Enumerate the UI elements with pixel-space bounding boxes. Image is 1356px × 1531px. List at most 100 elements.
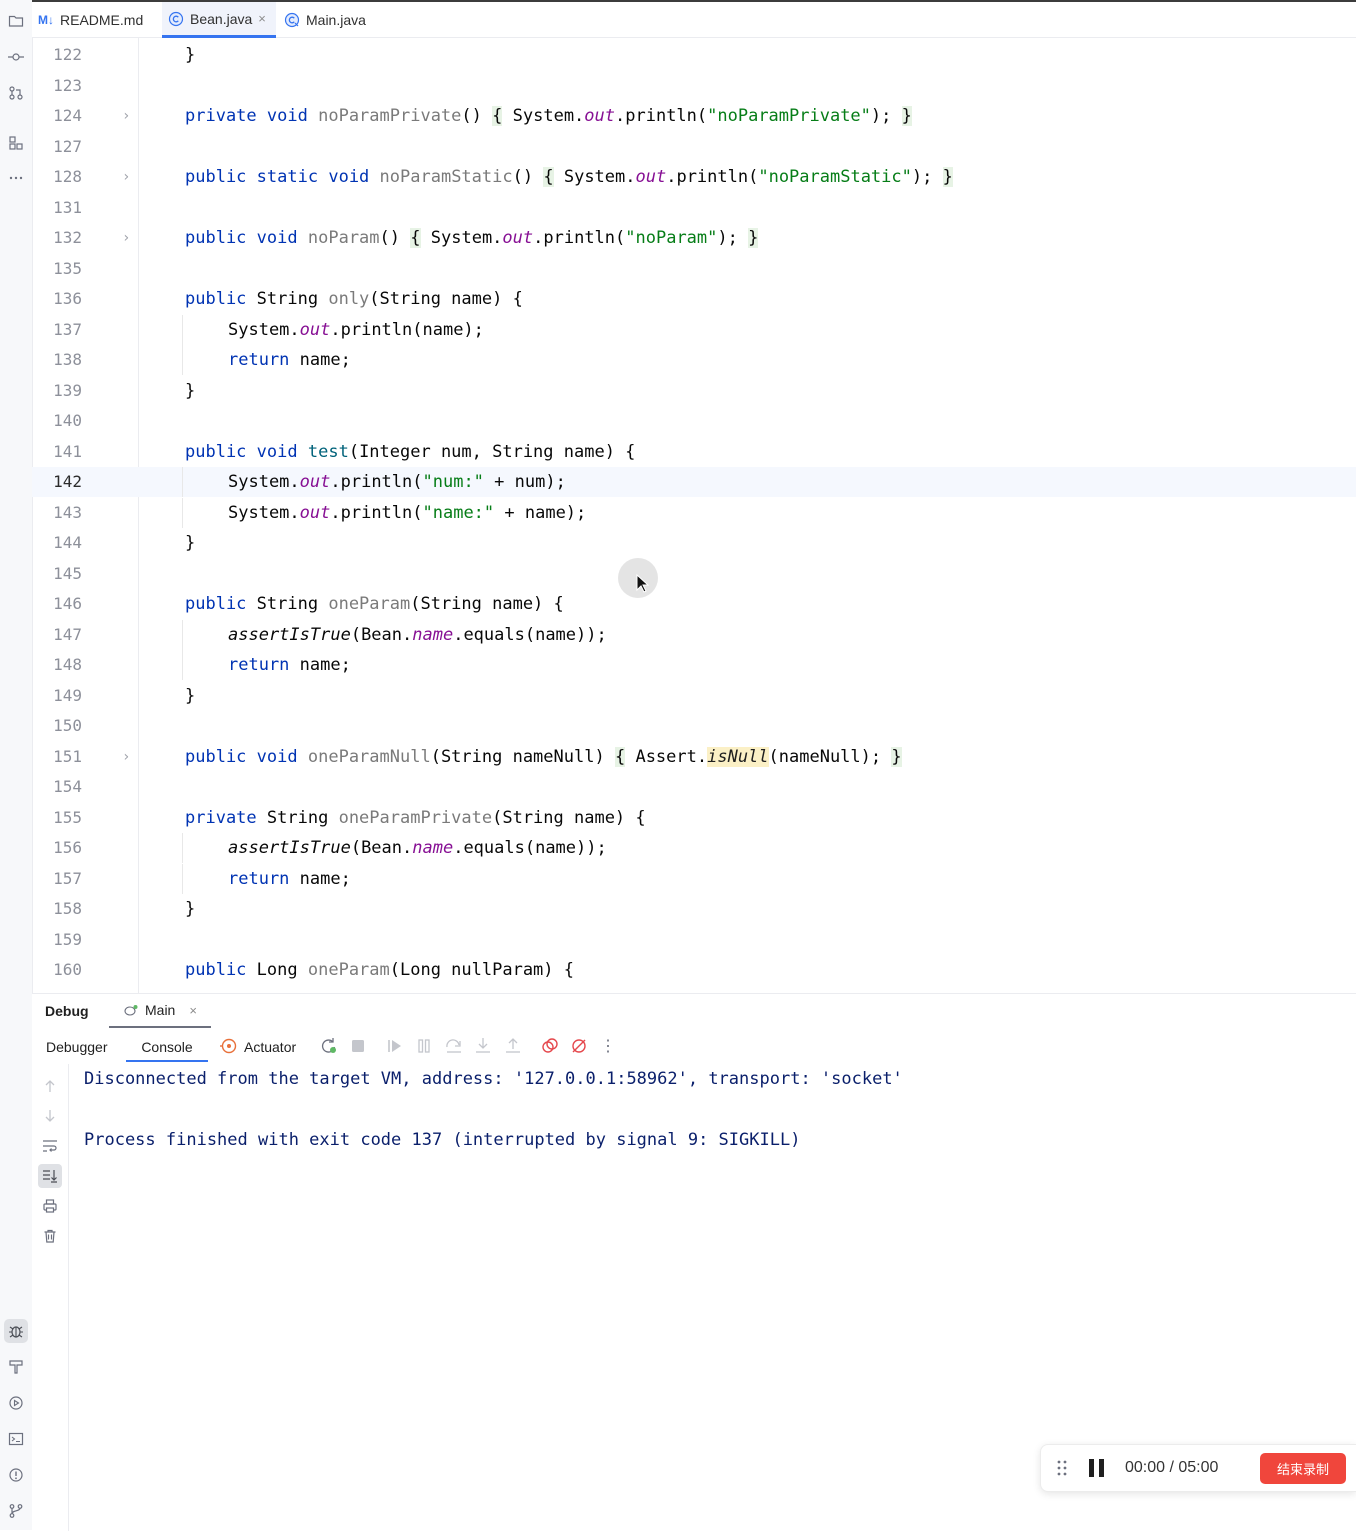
code-line[interactable]: 128 › public static void noParamStatic()… xyxy=(32,162,1356,192)
close-icon[interactable]: × xyxy=(258,11,266,26)
indent-guide xyxy=(182,864,183,894)
markdown-icon: M↓ xyxy=(38,13,54,27)
indent-guide xyxy=(182,315,183,345)
line-number: 136 xyxy=(53,289,82,308)
tab-main-java[interactable]: Main.java xyxy=(278,2,390,38)
code-line[interactable]: 148 return name; xyxy=(32,650,1356,680)
build-icon[interactable] xyxy=(4,1355,28,1379)
code-line[interactable]: 139 } xyxy=(32,376,1356,406)
step-out-icon[interactable] xyxy=(503,1036,523,1056)
tab-console[interactable]: Console xyxy=(126,1030,208,1062)
line-number: 132 xyxy=(53,228,82,247)
tab-label: Main.java xyxy=(306,12,366,28)
code-line[interactable]: 147 assertIsTrue(Bean.name.equals(name))… xyxy=(32,620,1356,650)
recording-timer: 00:00 / 05:00 xyxy=(1125,1459,1219,1476)
code-line[interactable]: 156 assertIsTrue(Bean.name.equals(name))… xyxy=(32,833,1356,863)
line-number: 149 xyxy=(53,686,82,705)
code-line[interactable]: 138 return name; xyxy=(32,345,1356,375)
code-line[interactable]: 141 public void test(Integer num, String… xyxy=(32,437,1356,467)
code-line[interactable]: 158 } xyxy=(32,894,1356,924)
tab-debugger[interactable]: Debugger xyxy=(46,1030,118,1062)
soft-wrap-icon[interactable] xyxy=(38,1134,62,1158)
arrow-down-icon[interactable] xyxy=(38,1104,62,1128)
actuator-icon[interactable] xyxy=(219,1036,239,1056)
mouse-pointer-icon xyxy=(636,573,650,599)
fold-chevron-icon[interactable]: › xyxy=(122,162,130,192)
line-number: 157 xyxy=(53,869,82,888)
code-line[interactable]: 131 xyxy=(32,193,1356,223)
code-line[interactable]: 159 xyxy=(32,925,1356,955)
more-tools-icon[interactable] xyxy=(4,166,28,190)
pause-icon[interactable] xyxy=(414,1036,434,1056)
line-code: System.out.println(name); xyxy=(228,320,484,340)
code-line[interactable]: 122 } xyxy=(32,40,1356,70)
code-line[interactable]: 143 System.out.println("name:" + name); xyxy=(32,498,1356,528)
line-number: 144 xyxy=(53,533,82,552)
git-icon[interactable] xyxy=(4,1499,28,1523)
code-line[interactable]: 155 private String oneParamPrivate(Strin… xyxy=(32,803,1356,833)
print-icon[interactable] xyxy=(38,1194,62,1218)
code-line[interactable]: 127 xyxy=(32,132,1356,162)
resume-icon[interactable] xyxy=(385,1036,405,1056)
view-breakpoints-icon[interactable] xyxy=(540,1036,560,1056)
scroll-to-end-icon[interactable] xyxy=(38,1164,62,1188)
code-line[interactable]: 123 xyxy=(32,71,1356,101)
close-icon[interactable]: × xyxy=(189,1003,197,1018)
line-number: 148 xyxy=(53,655,82,674)
line-number: 151 xyxy=(53,747,82,766)
code-line[interactable]: 146 public String oneParam(String name) … xyxy=(32,589,1356,619)
code-line[interactable]: 137 System.out.println(name); xyxy=(32,315,1356,345)
line-code: assertIsTrue(Bean.name.equals(name)); xyxy=(228,625,607,645)
fold-chevron-icon[interactable]: › xyxy=(122,101,130,131)
line-code: public String only(String name) { xyxy=(185,289,523,309)
line-number: 142 xyxy=(53,472,82,491)
pull-requests-icon[interactable] xyxy=(4,81,28,105)
code-line[interactable]: 140 xyxy=(32,406,1356,436)
drag-handle-icon[interactable] xyxy=(1055,1459,1069,1482)
stop-recording-button[interactable]: 结束录制 xyxy=(1260,1453,1346,1484)
debug-session-tab[interactable]: Main × xyxy=(109,994,211,1028)
code-editor[interactable]: 122 } 123 124 › private void noParamPriv… xyxy=(32,38,1356,993)
code-line[interactable]: 145 xyxy=(32,559,1356,589)
tab-label: Bean.java xyxy=(190,10,253,27)
stop-icon[interactable] xyxy=(348,1036,368,1056)
project-icon[interactable] xyxy=(4,9,28,33)
debug-toolbar: Debugger Console Actuator ⋮ xyxy=(32,1030,1356,1062)
tab-bean-java[interactable]: Bean.java × xyxy=(162,2,276,38)
more-options-icon[interactable]: ⋮ xyxy=(598,1036,618,1056)
fold-chevron-icon[interactable]: › xyxy=(122,742,130,772)
terminal-icon[interactable] xyxy=(4,1427,28,1451)
code-line[interactable]: 124 › private void noParamPrivate() { Sy… xyxy=(32,101,1356,131)
step-over-icon[interactable] xyxy=(444,1036,464,1056)
step-into-icon[interactable] xyxy=(473,1036,493,1056)
line-number: 141 xyxy=(53,442,82,461)
line-code: private String oneParamPrivate(String na… xyxy=(185,808,646,828)
code-line[interactable]: 151 › public void oneParamNull(String na… xyxy=(32,742,1356,772)
code-line-current[interactable]: 142 System.out.println("num:" + num); xyxy=(32,467,1356,497)
trash-icon[interactable] xyxy=(38,1224,62,1248)
code-line[interactable]: 150 xyxy=(32,711,1356,741)
line-number: 124 xyxy=(53,106,82,125)
commit-icon[interactable] xyxy=(4,45,28,69)
debug-tool-icon[interactable] xyxy=(4,1319,28,1343)
code-line[interactable]: 157 return name; xyxy=(32,864,1356,894)
structure-icon[interactable] xyxy=(4,131,28,155)
arrow-up-icon[interactable] xyxy=(38,1074,62,1098)
console-side-toolbar xyxy=(32,1064,69,1531)
code-line[interactable]: 154 xyxy=(32,772,1356,802)
code-line[interactable]: 144 } xyxy=(32,528,1356,558)
code-line[interactable]: 136 public String only(String name) { xyxy=(32,284,1356,314)
code-line[interactable]: 132 › public void noParam() { System.out… xyxy=(32,223,1356,253)
line-code: } xyxy=(185,381,196,401)
code-line[interactable]: 160 public Long oneParam(Long nullParam)… xyxy=(32,955,1356,985)
code-line[interactable]: 135 xyxy=(32,254,1356,284)
actuator-tab-label[interactable]: Actuator xyxy=(244,1030,324,1062)
rerun-icon[interactable] xyxy=(319,1036,339,1056)
fold-chevron-icon[interactable]: › xyxy=(122,223,130,253)
pause-recording-icon[interactable] xyxy=(1087,1458,1107,1483)
tab-readme[interactable]: M↓ README.md xyxy=(32,2,160,38)
services-icon[interactable] xyxy=(4,1391,28,1415)
mute-breakpoints-icon[interactable] xyxy=(569,1036,589,1056)
problems-icon[interactable] xyxy=(4,1463,28,1487)
code-line[interactable]: 149 } xyxy=(32,681,1356,711)
